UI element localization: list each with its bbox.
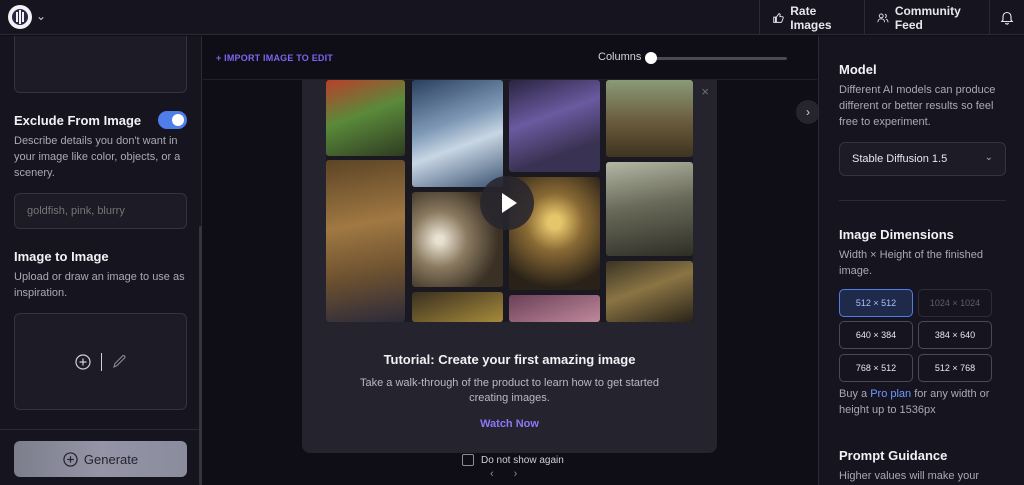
dimension-384x640[interactable]: 384 × 640 (918, 321, 992, 349)
image-tile (606, 80, 693, 157)
canvas-area: + IMPORT IMAGE TO EDIT Columns › × Tutor… (203, 36, 820, 485)
close-icon[interactable]: × (701, 84, 709, 99)
dimension-1024x1024[interactable]: 1024 × 1024 (918, 289, 992, 317)
pager-next-button[interactable]: › (514, 468, 518, 480)
separator (100, 352, 102, 371)
thumbs-up-icon (773, 12, 784, 23)
model-select-value: Stable Diffusion 1.5 (852, 153, 948, 165)
columns-slider[interactable] (651, 57, 787, 60)
modal-description: Take a walk-through of the product to le… (359, 377, 659, 404)
exclude-toggle[interactable] (158, 111, 187, 129)
bell-icon (1000, 11, 1014, 25)
exclude-title: Exclude From Image (14, 113, 142, 128)
image-tile (509, 80, 600, 172)
rate-images-label: Rate Images (790, 3, 832, 32)
logo-icon (12, 9, 28, 25)
notifications-button[interactable] (989, 0, 1024, 35)
exclude-input[interactable] (14, 193, 187, 229)
pencil-icon[interactable] (112, 354, 127, 369)
image-tile (412, 80, 503, 187)
model-description: Different AI models can produce differen… (839, 84, 996, 128)
columns-label: Columns (598, 51, 642, 63)
users-icon (877, 12, 889, 22)
community-feed-label: Community Feed (894, 3, 961, 32)
dimensions-title: Image Dimensions (839, 227, 954, 242)
image-tile (606, 261, 693, 322)
guidance-title: Prompt Guidance (839, 448, 948, 463)
dimension-768x512[interactable]: 768 × 512 (839, 354, 913, 382)
image-tile (326, 80, 405, 156)
prompt-textarea[interactable] (14, 36, 187, 93)
img2img-title: Image to Image (14, 249, 109, 264)
model-title: Model (839, 62, 877, 77)
dont-show-label: Do not show again (481, 454, 564, 466)
app-logo[interactable] (8, 5, 32, 29)
divider (839, 200, 1006, 201)
tutorial-modal: × Tutorial: Create your first amazing im… (302, 80, 717, 453)
watch-now-link[interactable]: Watch Now (302, 418, 717, 430)
add-circle-icon[interactable] (74, 353, 91, 370)
chevron-down-icon: ⌄ (984, 152, 993, 163)
exclude-description: Describe details you don't want in your … (14, 135, 181, 179)
generate-label: Generate (83, 451, 139, 467)
image-tile (412, 292, 503, 322)
pro-plan-note: Buy a Pro plan for any width or height u… (839, 386, 1009, 418)
image-tile (326, 160, 405, 322)
generate-button[interactable]: Generate (14, 441, 187, 477)
generate-area: Generate (0, 429, 202, 485)
dimension-640x384[interactable]: 640 × 384 (839, 321, 913, 349)
guidance-description: Higher values will make your (839, 470, 979, 482)
canvas-toolbar: + IMPORT IMAGE TO EDIT Columns (203, 36, 817, 80)
dimension-512x768[interactable]: 512 × 768 (918, 354, 992, 382)
image-tile (509, 295, 600, 322)
img2img-actions (15, 314, 186, 409)
model-select[interactable]: Stable Diffusion 1.5 ⌄ (839, 142, 1006, 176)
play-button[interactable] (480, 176, 534, 230)
left-scrollbar[interactable] (199, 226, 202, 485)
expand-panel-button[interactable]: › (796, 100, 820, 124)
img2img-dropzone[interactable] (14, 313, 187, 410)
pager-prev-button[interactable]: ‹ (490, 468, 494, 480)
columns-slider-thumb[interactable] (645, 52, 657, 64)
top-bar: ⌄ Rate Images Community Feed (0, 0, 1024, 35)
dimension-512x512[interactable]: 512 × 512 (839, 289, 913, 317)
dont-show-checkbox[interactable] (462, 454, 474, 466)
img2img-description: Upload or draw an image to use as inspir… (14, 271, 185, 299)
import-image-link[interactable]: + IMPORT IMAGE TO EDIT (216, 53, 333, 63)
chevron-down-icon[interactable]: ⌄ (36, 9, 46, 23)
tutorial-video-thumbnail[interactable] (326, 80, 693, 322)
right-panel: Model Different AI models can produce di… (818, 36, 1024, 485)
image-tile (606, 162, 693, 256)
modal-title: Tutorial: Create your first amazing imag… (383, 352, 636, 367)
pro-plan-link[interactable]: Pro plan (870, 388, 911, 400)
dimensions-description: Width × Height of the finished image. (839, 249, 983, 277)
pro-prefix: Buy a (839, 388, 871, 400)
rate-images-button[interactable]: Rate Images (759, 0, 864, 35)
community-feed-button[interactable]: Community Feed (864, 0, 989, 35)
dont-show-again[interactable]: Do not show again (462, 454, 564, 466)
tutorial-pager: ‹ › (490, 468, 517, 480)
left-panel: Exclude From Image Describe details you … (0, 36, 202, 485)
add-circle-icon (63, 451, 78, 467)
